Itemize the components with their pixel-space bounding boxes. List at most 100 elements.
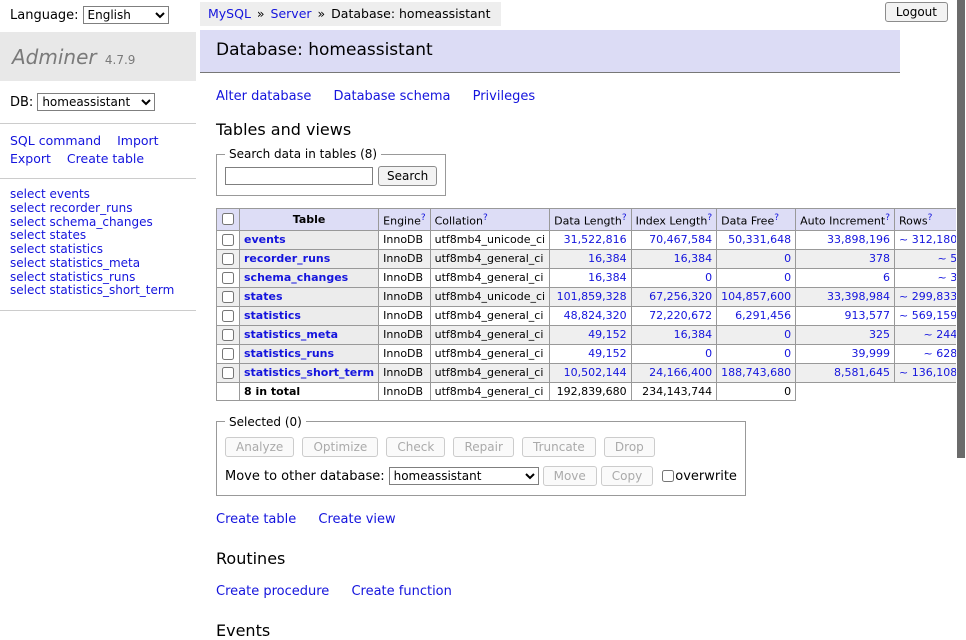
engine-cell: InnoDB [379, 249, 430, 268]
help-link[interactable]: ? [483, 213, 488, 223]
auto-increment-cell: 378 [796, 249, 895, 268]
table-row: statistics_short_term InnoDB utf8mb4_gen… [217, 363, 966, 382]
table-link[interactable]: statistics_meta [244, 328, 338, 341]
auto-increment-cell: 33,398,984 [796, 287, 895, 306]
sidebar-item-export[interactable]: Export [10, 151, 51, 166]
language-select[interactable]: English [83, 6, 169, 24]
breadcrumb-server-link[interactable]: Server [271, 6, 312, 21]
sidebar-item-select-statistics-meta[interactable]: select statistics_meta [10, 256, 140, 270]
collation-cell: utf8mb4_general_ci [430, 306, 549, 325]
data-length-cell: 101,859,328 [550, 287, 631, 306]
data-free-cell: 0 [717, 268, 796, 287]
move-db-select[interactable]: homeassistant [389, 467, 539, 485]
index-length-cell: 67,256,320 [631, 287, 717, 306]
create-table-link[interactable]: Create table [216, 512, 296, 527]
list-item: select recorder_runs [10, 202, 186, 215]
table-link[interactable]: events [244, 233, 286, 246]
sidebar-item-import[interactable]: Import [117, 133, 159, 148]
engine-cell: InnoDB [379, 287, 430, 306]
table-row: statistics_meta InnoDB utf8mb4_general_c… [217, 325, 966, 344]
index-length-cell: 72,220,672 [631, 306, 717, 325]
sidebar-item-select-states[interactable]: select states [10, 228, 86, 242]
engine-cell: InnoDB [379, 306, 430, 325]
create-function-link[interactable]: Create function [351, 584, 451, 599]
help-link[interactable]: ? [774, 213, 779, 223]
page-title: Database: homeassistant [200, 30, 900, 73]
language-label: Language: [10, 8, 79, 23]
collation-cell: utf8mb4_general_ci [430, 344, 549, 363]
data-length-cell: 192,839,680 [550, 382, 631, 400]
sidebar-item-select-statistics[interactable]: select statistics [10, 242, 103, 256]
table-name-cell: statistics_runs [240, 344, 379, 363]
sidebar-item-select-statistics-short-term[interactable]: select statistics_short_term [10, 283, 174, 297]
create-view-link[interactable]: Create view [318, 512, 395, 527]
breadcrumb-mysql-link[interactable]: MySQL [208, 6, 251, 21]
list-item: select statistics_short_term [10, 284, 186, 297]
sidebar-item-select-schema-changes[interactable]: select schema_changes [10, 215, 153, 229]
row-checkbox[interactable] [222, 367, 234, 379]
row-checkbox[interactable] [222, 272, 234, 284]
table-header-row: Table Engine? Collation? Data Length? In… [217, 209, 966, 231]
sidebar-item-select-recorder-runs[interactable]: select recorder_runs [10, 201, 133, 215]
list-item: select statistics_runs [10, 271, 186, 284]
overwrite-label: overwrite [675, 469, 737, 484]
row-checkbox[interactable] [222, 329, 234, 341]
search-input[interactable] [225, 167, 373, 185]
table-row: statistics_runs InnoDB utf8mb4_general_c… [217, 344, 966, 363]
data-length-cell: 16,384 [550, 268, 631, 287]
logout-button[interactable]: Logout [885, 2, 948, 22]
select-all-checkbox[interactable] [222, 213, 234, 225]
data-free-cell: 0 [717, 325, 796, 344]
selected-fieldset: Selected (0) Analyze Optimize Check Repa… [216, 415, 746, 496]
column-header-rows: Rows? [895, 209, 962, 231]
search-button[interactable]: Search [378, 166, 437, 186]
row-checkbox[interactable] [222, 253, 234, 265]
privileges-link[interactable]: Privileges [473, 89, 536, 104]
help-link[interactable]: ? [421, 213, 426, 223]
list-item: select statistics [10, 243, 186, 256]
rows-cell: ~ 244 [895, 325, 962, 344]
row-checkbox[interactable] [222, 348, 234, 360]
table-link[interactable]: statistics_runs [244, 347, 334, 360]
table-link[interactable]: schema_changes [244, 271, 348, 284]
table-link[interactable]: statistics_short_term [244, 366, 374, 379]
sidebar-item-select-events[interactable]: select events [10, 187, 90, 201]
db-select[interactable]: homeassistant [37, 93, 155, 111]
create-procedure-link[interactable]: Create procedure [216, 584, 329, 599]
engine-cell: InnoDB [379, 344, 430, 363]
database-schema-link[interactable]: Database schema [334, 89, 451, 104]
help-link[interactable]: ? [622, 213, 627, 223]
data-free-cell: 188,743,680 [717, 363, 796, 382]
help-link[interactable]: ? [885, 213, 890, 223]
help-link[interactable]: ? [707, 213, 712, 223]
drop-button: Drop [604, 437, 655, 457]
column-header-index-length: Index Length? [631, 209, 717, 231]
language-row: Language: English [0, 0, 196, 32]
data-length-cell: 10,502,144 [550, 363, 631, 382]
table-link[interactable]: recorder_runs [244, 252, 330, 265]
alter-database-link[interactable]: Alter database [216, 89, 311, 104]
table-link[interactable]: statistics [244, 309, 301, 322]
collation-cell: utf8mb4_general_ci [430, 382, 549, 400]
table-link[interactable]: states [244, 290, 283, 303]
list-item: select events [10, 188, 186, 201]
table-row: events InnoDB utf8mb4_unicode_ci 31,522,… [217, 230, 966, 249]
list-item: select states [10, 229, 186, 242]
breadcrumb: MySQL » Server » Database: homeassistant [200, 2, 501, 26]
engine-cell: InnoDB [379, 268, 430, 287]
data-length-cell: 16,384 [550, 249, 631, 268]
row-checkbox[interactable] [222, 291, 234, 303]
sidebar-item-select-statistics-runs[interactable]: select statistics_runs [10, 270, 135, 284]
overwrite-checkbox[interactable] [662, 470, 674, 482]
index-length-cell: 70,467,584 [631, 230, 717, 249]
help-link[interactable]: ? [928, 213, 933, 223]
row-checkbox[interactable] [222, 310, 234, 322]
sidebar-item-create-table[interactable]: Create table [67, 151, 144, 166]
auto-increment-cell: 8,581,645 [796, 363, 895, 382]
table-name-cell: statistics_short_term [240, 363, 379, 382]
breadcrumb-separator: » [257, 6, 265, 21]
row-checkbox[interactable] [222, 234, 234, 246]
index-length-cell: 16,384 [631, 249, 717, 268]
sidebar-item-sql-command[interactable]: SQL command [10, 133, 101, 148]
scrollbar-thumb[interactable] [957, 0, 965, 458]
